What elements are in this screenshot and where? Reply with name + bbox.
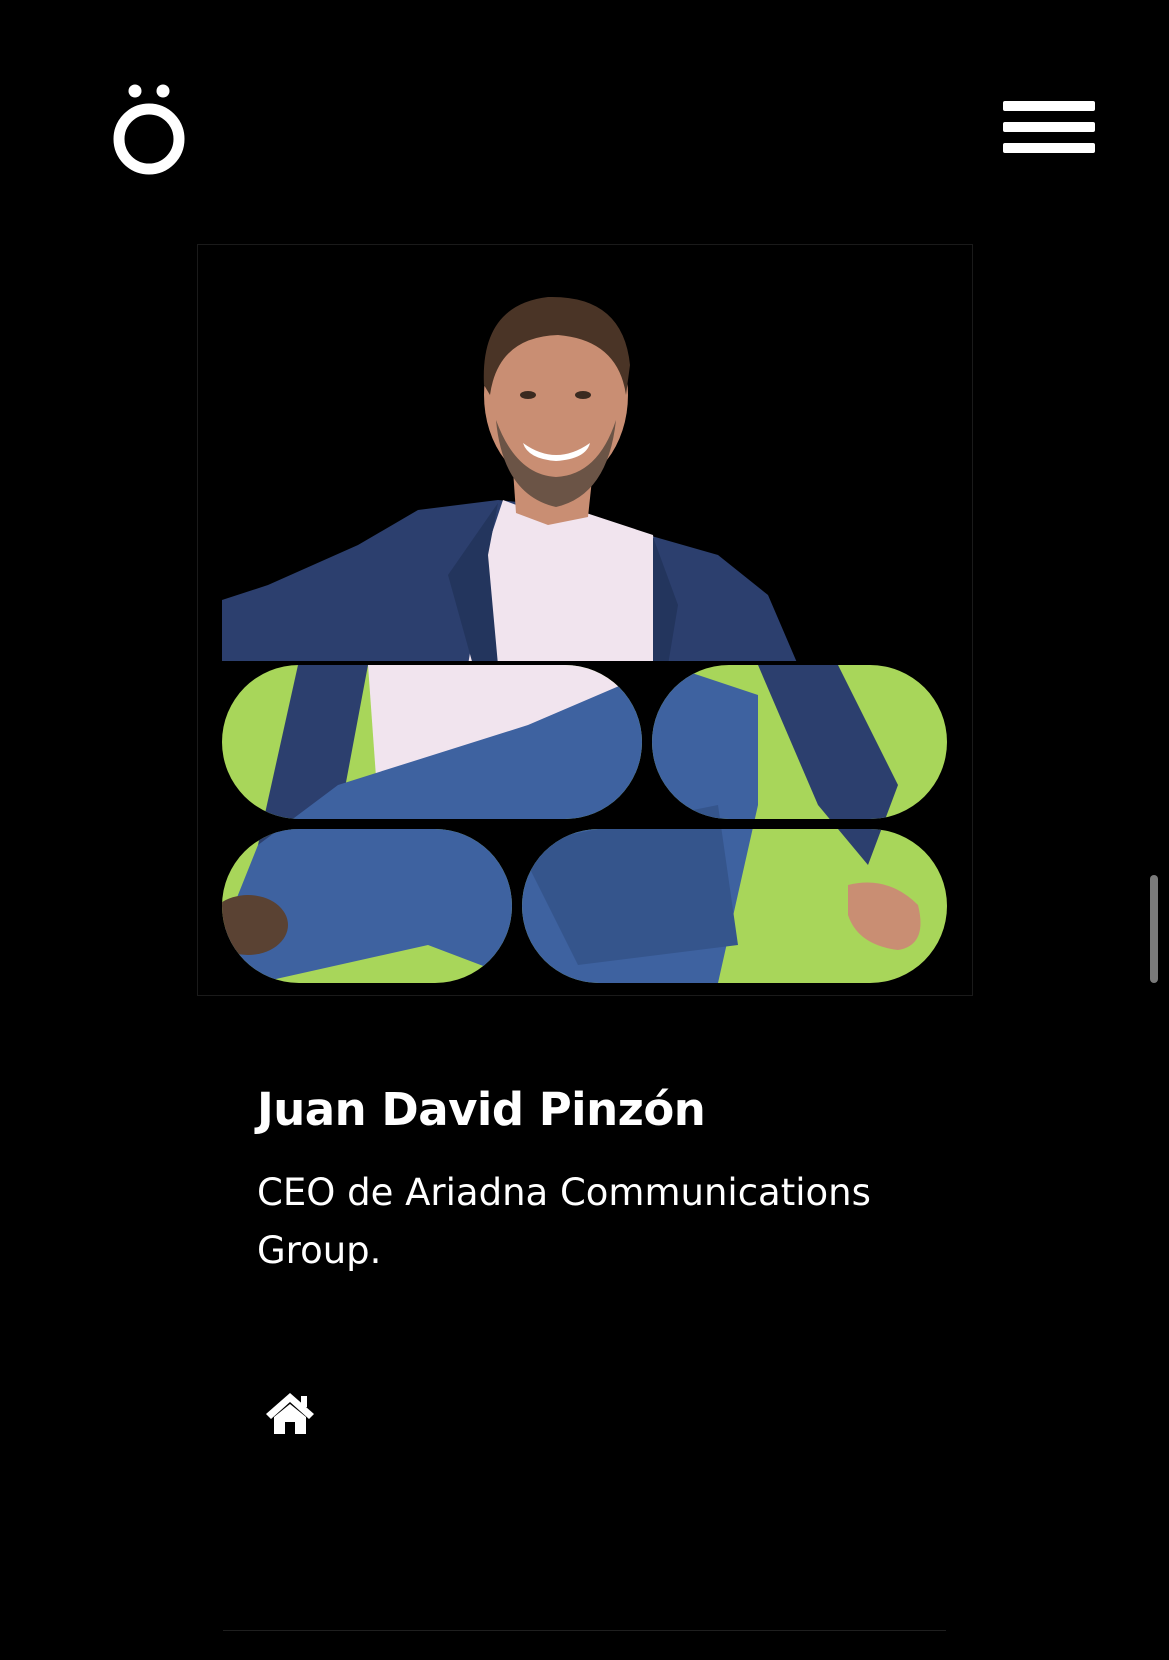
profile-page: Juan David Pinzón CEO de Ariadna Communi…: [0, 0, 1169, 1660]
scrollbar[interactable]: [1150, 875, 1158, 983]
section-divider: [223, 1630, 946, 1631]
hamburger-menu-icon: [1003, 122, 1095, 132]
o-umlaut-logo-icon: [113, 84, 185, 175]
person-upper: [222, 296, 797, 661]
hamburger-menu-icon: [1003, 143, 1095, 153]
person-role: CEO de Ariadna Communications Group.: [257, 1171, 871, 1272]
menu-button[interactable]: [1003, 98, 1095, 164]
home-button[interactable]: [264, 1390, 316, 1436]
site-logo[interactable]: [104, 70, 196, 190]
home-icon: [266, 1393, 314, 1434]
profile-photo: [197, 244, 973, 996]
hamburger-menu-icon: [1003, 101, 1095, 111]
person-name: Juan David Pinzón: [257, 1083, 706, 1136]
